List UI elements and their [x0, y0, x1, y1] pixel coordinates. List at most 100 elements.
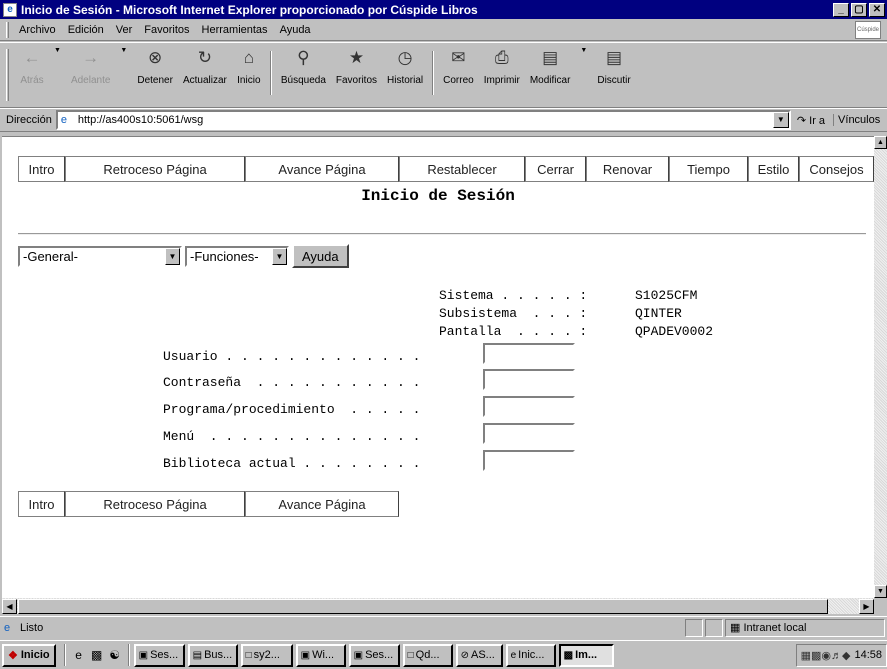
history-button[interactable]: ◷ Historial	[384, 47, 426, 86]
fkey-consejos[interactable]: Consejos	[799, 156, 874, 182]
function-keys-top: Intro Retroceso Página Avance Página Res…	[18, 156, 874, 182]
session-icon: ▣	[138, 649, 149, 661]
address-url[interactable]: http://as400s10:5061/wsg	[78, 114, 773, 126]
links-button[interactable]: Vínculos	[833, 114, 880, 126]
stop-button[interactable]: ⊗ Detener	[134, 47, 176, 86]
page-status-icon: e	[4, 621, 11, 634]
task-button-active[interactable]: ▩ Im...	[558, 643, 614, 667]
print-icon: ⎙	[494, 48, 509, 67]
as400-icon: ⊘	[460, 649, 469, 661]
forward-button[interactable]: → Adelante	[68, 47, 113, 86]
close-button[interactable]: ✕	[869, 2, 885, 17]
functions-select[interactable]: -Funciones- ▼	[185, 245, 289, 267]
task-label: sy2...	[253, 649, 280, 661]
fkey-avance-pagina[interactable]: Avance Página	[245, 156, 399, 182]
fkey-avance-pagina-bottom[interactable]: Avance Página	[245, 491, 399, 517]
help-button[interactable]: Ayuda	[292, 244, 349, 268]
menu-ayuda[interactable]: Ayuda	[274, 24, 317, 36]
toolbar-separator	[432, 51, 435, 95]
fkey-retroceso-pagina-bottom[interactable]: Retroceso Página	[65, 491, 245, 517]
menu-grip[interactable]	[6, 21, 9, 38]
forward-label: Adelante	[70, 75, 111, 86]
ie-quicklaunch-icon[interactable]: e	[70, 645, 88, 665]
user-input[interactable]	[483, 343, 575, 364]
desktop-quicklaunch-icon[interactable]: ▩	[88, 645, 106, 665]
intranet-icon: ▦	[730, 622, 744, 634]
horizontal-scroll-thumb[interactable]	[18, 599, 828, 614]
task-button[interactable]: e Inic...	[505, 643, 556, 667]
start-label: Inicio	[20, 649, 50, 661]
subsystem-value: QINTER	[635, 306, 682, 321]
toolbar-grip[interactable]	[6, 49, 9, 101]
program-input[interactable]	[483, 396, 575, 417]
channels-quicklaunch-icon[interactable]: ☯	[106, 645, 124, 665]
menu-herramientas[interactable]: Herramientas	[196, 24, 274, 36]
taskbar-separator	[127, 644, 130, 666]
search-button[interactable]: ⚲ Búsqueda	[278, 47, 329, 86]
menu-edicion[interactable]: Edición	[62, 24, 110, 36]
task-label: Inic...	[518, 649, 545, 661]
fkey-intro[interactable]: Intro	[18, 156, 65, 182]
print-button[interactable]: ⎙ Imprimir	[481, 47, 523, 86]
home-button[interactable]: ⌂ Inicio	[234, 47, 264, 86]
fkey-intro-bottom[interactable]: Intro	[18, 491, 65, 517]
task-button[interactable]: ⊘ AS...	[455, 643, 503, 667]
discuss-button[interactable]: ▤ Discutir	[594, 47, 633, 86]
mail-button[interactable]: ✉ Correo	[440, 47, 477, 86]
task-button[interactable]: ▣ Ses...	[348, 643, 400, 667]
general-select[interactable]: -General- ▼	[18, 245, 182, 267]
tray-icons[interactable]: ▦▩◉♬◆	[801, 649, 851, 662]
go-button[interactable]: ↷ Ir a	[797, 114, 825, 127]
folder-icon: □	[407, 649, 414, 661]
chevron-down-icon[interactable]: ▼	[272, 247, 287, 265]
refresh-label: Actualizar	[182, 75, 227, 86]
menu-ver[interactable]: Ver	[110, 24, 139, 36]
address-input[interactable]: e http://as400s10:5061/wsg ▼	[55, 110, 791, 130]
menu-favoritos[interactable]: Favoritos	[138, 24, 195, 36]
horizontal-scrollbar[interactable]: ◀ ▶	[2, 598, 874, 614]
menu-archivo[interactable]: Archivo	[13, 24, 62, 36]
scroll-up-icon[interactable]: ▲	[874, 136, 887, 149]
clock[interactable]: 14:58	[854, 649, 882, 661]
discuss-icon: ▤	[605, 48, 623, 67]
fkey-cerrar[interactable]: Cerrar	[525, 156, 586, 182]
fkey-estilo[interactable]: Estilo	[748, 156, 799, 182]
address-bar: Dirección e http://as400s10:5061/wsg ▼ ↷…	[0, 108, 887, 132]
folder-icon: □	[245, 649, 252, 661]
chevron-down-icon[interactable]: ▼	[165, 247, 180, 265]
ie-icon: e	[3, 2, 17, 17]
task-button[interactable]: □ sy2...	[240, 643, 293, 667]
menu-input[interactable]	[483, 423, 575, 444]
favorites-button[interactable]: ★ Favoritos	[333, 47, 380, 86]
scroll-right-icon[interactable]: ▶	[859, 599, 874, 614]
edit-dropdown[interactable]: ▼	[577, 47, 590, 54]
task-button[interactable]: ▣ Wi...	[295, 643, 346, 667]
fkey-tiempo[interactable]: Tiempo	[669, 156, 748, 182]
task-button[interactable]: ▣ Ses...	[133, 643, 185, 667]
print-label: Imprimir	[483, 75, 520, 86]
minimize-button[interactable]: _	[833, 2, 849, 17]
back-button[interactable]: ← Atrás	[17, 47, 47, 86]
scroll-left-icon[interactable]: ◀	[2, 599, 17, 614]
task-button[interactable]: □ Qd...	[402, 643, 453, 667]
password-input[interactable]	[483, 369, 575, 390]
forward-arrow-icon: →	[82, 48, 100, 67]
scroll-down-icon[interactable]: ▼	[874, 585, 887, 598]
fkey-renovar[interactable]: Renovar	[586, 156, 669, 182]
vertical-scrollbar[interactable]: ▲ ▼	[874, 136, 887, 598]
task-button[interactable]: ▤ Bus...	[187, 643, 238, 667]
forward-dropdown[interactable]: ▼	[117, 47, 130, 54]
maximize-button[interactable]: ▢	[851, 2, 867, 17]
taskbar-separator	[63, 644, 66, 666]
fkey-retroceso-pagina[interactable]: Retroceso Página	[65, 156, 245, 182]
fkey-restablecer[interactable]: Restablecer	[399, 156, 525, 182]
library-input[interactable]	[483, 450, 575, 471]
chevron-down-icon[interactable]: ▼	[772, 112, 789, 128]
start-button[interactable]: ❖ Inicio	[2, 643, 56, 667]
back-dropdown[interactable]: ▼	[51, 47, 64, 54]
standard-toolbar: ← Atrás ▼ → Adelante ▼ ⊗ Detener ↻ Actua…	[0, 42, 887, 108]
display-value: QPADEV0002	[635, 324, 714, 339]
edit-button[interactable]: ▤ Modificar	[527, 47, 574, 86]
menu-bar: Archivo Edición Ver Favoritos Herramient…	[0, 19, 887, 41]
refresh-button[interactable]: ↻ Actualizar	[180, 47, 230, 86]
